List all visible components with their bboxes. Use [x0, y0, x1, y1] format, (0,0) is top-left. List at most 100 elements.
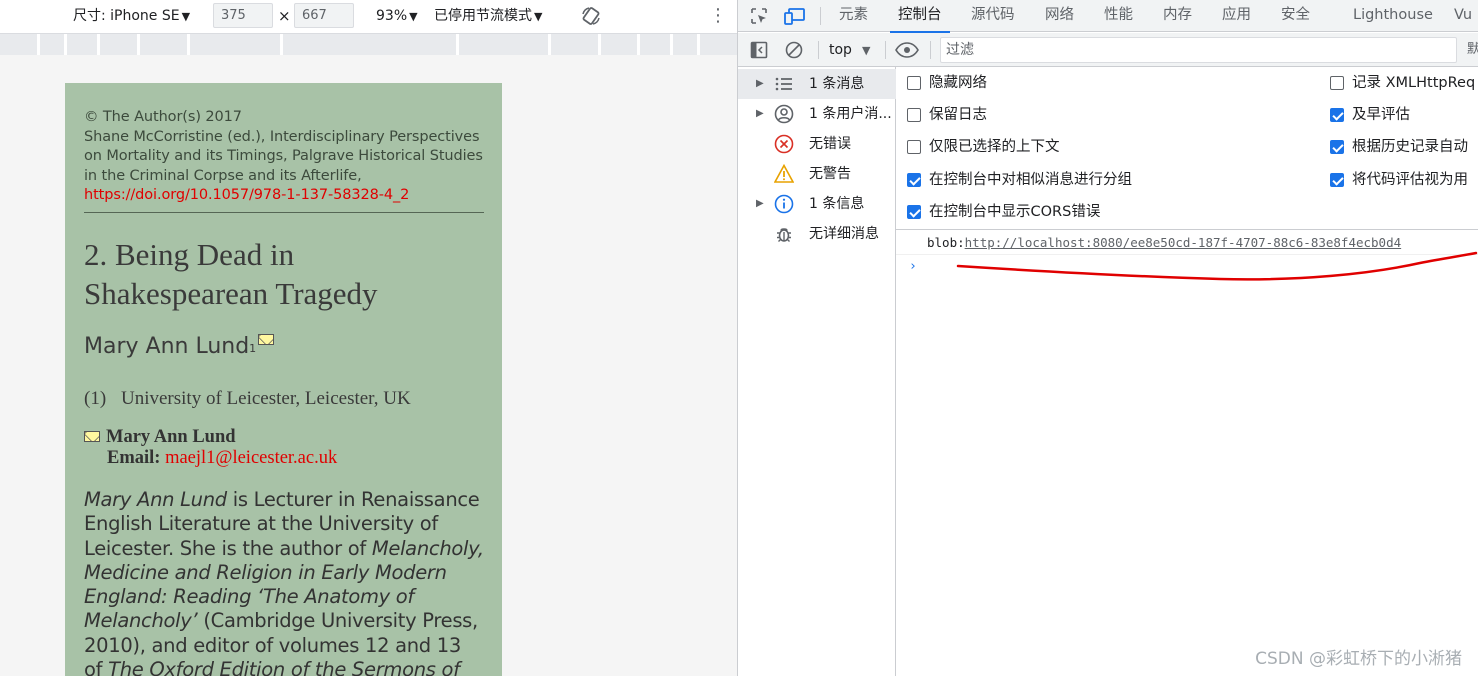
- device-select-label: 尺寸: iPhone SE: [73, 8, 180, 24]
- tab-application[interactable]: 应用: [1222, 0, 1251, 32]
- throttle-label: 已停用节流模式: [434, 8, 532, 24]
- media-query-ruler: [0, 33, 737, 56]
- devtools-tabbar: 元素 控制台 源代码 网络 性能 内存 应用 安全 Lighthouse Vu: [738, 0, 1478, 33]
- log-prefix: blob:: [927, 235, 965, 250]
- setting-label: 及早评估: [1352, 107, 1410, 123]
- bug-icon: [777, 228, 791, 242]
- tab-vue[interactable]: Vu: [1454, 0, 1472, 32]
- sidebar-item-label: 1 条用户消...: [809, 106, 892, 122]
- inspect-element-icon[interactable]: [750, 7, 768, 25]
- console-message: blob:http://localhost:8080/ee8e50cd-187f…: [896, 230, 1478, 255]
- user-icon: [774, 104, 794, 124]
- tab-console[interactable]: 控制台: [890, 0, 949, 33]
- sidebar-item-warnings[interactable]: 无警告: [738, 159, 896, 189]
- bio-author: Mary Ann Lund: [84, 488, 227, 511]
- author-bio: Mary Ann Lund is Lecturer in Renaissance…: [84, 488, 484, 676]
- tab-sources[interactable]: 源代码: [971, 0, 1015, 32]
- context-select[interactable]: top ▼: [829, 33, 870, 67]
- checkbox-checked[interactable]: [1330, 108, 1344, 122]
- chapter-title-line2: Shakespearean Tragedy: [84, 276, 378, 311]
- sidebar-item-errors[interactable]: 无错误: [738, 129, 896, 159]
- setting-label: 根据历史记录自动: [1352, 139, 1468, 155]
- rotate-icon[interactable]: [580, 5, 602, 27]
- console-sidebar: ▶ 1 条消息 ▶ 1 条用户消... 无错误 无警告 ▶ 1 条信息 无详细消…: [738, 67, 896, 676]
- setting-label: 隐藏网络: [929, 75, 987, 91]
- expand-arrow-icon[interactable]: ▶: [756, 69, 764, 99]
- tab-memory[interactable]: 内存: [1163, 0, 1192, 32]
- citation-text: Shane McCorristine (ed.), Interdisciplin…: [84, 128, 483, 184]
- sidebar-item-verbose[interactable]: 无详细消息: [738, 219, 896, 249]
- checkbox[interactable]: [907, 76, 921, 90]
- devtools-pane: 元素 控制台 源代码 网络 性能 内存 应用 安全 Lighthouse Vu …: [737, 0, 1478, 676]
- eye-icon[interactable]: [895, 41, 919, 59]
- affiliation-text: University of Leicester, Leicester, UK: [121, 388, 411, 409]
- watermark: CSDN @彩虹桥下的小淅猪: [1255, 649, 1462, 669]
- setting-label: 仅限已选择的上下文: [929, 139, 1060, 155]
- chevron-down-icon: ▼: [861, 44, 871, 57]
- tab-elements[interactable]: 元素: [839, 0, 868, 32]
- author-line: Mary Ann Lund1: [84, 332, 484, 362]
- email-label: Email:: [107, 448, 161, 468]
- filter-input[interactable]: 过滤: [940, 37, 1457, 63]
- divider: [84, 212, 484, 213]
- sidebar-toggle-icon[interactable]: [750, 41, 768, 59]
- times-symbol: ×: [278, 7, 291, 25]
- chapter-title: 2. Being Dead in Shakespearean Tragedy: [84, 235, 484, 313]
- zoom-label: 93%: [376, 8, 408, 24]
- tab-performance[interactable]: 性能: [1104, 0, 1133, 32]
- checkbox[interactable]: [907, 108, 921, 122]
- sidebar-item-messages[interactable]: ▶ 1 条消息: [738, 69, 896, 99]
- blob-url-link[interactable]: http://localhost:8080/ee8e50cd-187f-4707…: [965, 235, 1402, 250]
- checkbox-checked[interactable]: [907, 173, 921, 187]
- setting-label: 在控制台中对相似消息进行分组: [929, 172, 1132, 188]
- envelope-icon[interactable]: [258, 334, 275, 345]
- checkbox-checked[interactable]: [1330, 173, 1344, 187]
- device-toggle-icon[interactable]: [784, 7, 806, 25]
- expand-arrow-icon[interactable]: ▶: [756, 99, 764, 129]
- affiliation: (1) University of Leicester, Leicester, U…: [84, 387, 484, 411]
- copyright-text: © The Author(s) 2017: [84, 109, 242, 125]
- sidebar-item-user-messages[interactable]: ▶ 1 条用户消...: [738, 99, 896, 129]
- sidebar-item-info[interactable]: ▶ 1 条信息: [738, 189, 896, 219]
- tab-security[interactable]: 安全: [1281, 0, 1310, 32]
- checkbox-checked[interactable]: [907, 205, 921, 219]
- expand-arrow-icon[interactable]: ▶: [756, 189, 764, 219]
- checkbox[interactable]: [907, 140, 921, 154]
- error-icon: [774, 134, 794, 154]
- setting-label: 记录 XMLHttpReq: [1352, 75, 1476, 91]
- console-toolbar: top ▼ 过滤 默: [738, 33, 1478, 67]
- chevron-down-icon: ▼: [534, 10, 543, 23]
- sidebar-item-label: 无警告: [809, 166, 851, 182]
- width-input[interactable]: 375: [213, 3, 273, 28]
- author-name: Mary Ann Lund: [84, 334, 250, 359]
- zoom-select[interactable]: 93% ▼: [376, 0, 418, 32]
- console-prompt-icon[interactable]: ›: [909, 256, 917, 278]
- list-icon: [775, 77, 792, 91]
- console-settings: 隐藏网络 保留日志 仅限已选择的上下文 在控制台中对相似消息进行分组 在控制台中…: [896, 67, 1478, 230]
- tab-lighthouse[interactable]: Lighthouse: [1353, 0, 1433, 32]
- clear-console-icon[interactable]: [785, 41, 803, 59]
- device-emulation-pane: 尺寸: iPhone SE ▼ 375 × 667 93% ▼ 已停用节流模式 ▼ ⋮…: [0, 0, 737, 676]
- contact-name: Mary Ann Lund: [106, 427, 236, 447]
- checkbox[interactable]: [1330, 76, 1344, 90]
- contact-block: Mary Ann Lund Email: maejl1@leicester.ac…: [84, 427, 484, 469]
- default-levels-truncated[interactable]: 默: [1467, 41, 1478, 59]
- doi-link[interactable]: https://doi.org/10.1057/978-1-137-58328-…: [84, 186, 484, 206]
- chevron-down-icon: ▼: [181, 10, 191, 23]
- email-link[interactable]: maejl1@leicester.ac.uk: [165, 448, 337, 468]
- setting-label: 将代码评估视为用: [1352, 172, 1468, 188]
- height-input[interactable]: 667: [294, 3, 354, 28]
- checkbox-checked[interactable]: [1330, 140, 1344, 154]
- chapter-title-line1: 2. Being Dead in: [84, 237, 295, 272]
- throttle-select[interactable]: 已停用节流模式 ▼: [434, 0, 542, 32]
- device-select[interactable]: 尺寸: iPhone SE ▼: [73, 0, 190, 32]
- envelope-icon: [84, 431, 100, 442]
- bio-text-3: The Oxford Edition of the Sermons of Joh…: [108, 658, 460, 676]
- info-icon: [774, 194, 794, 214]
- author-footnote: 1: [249, 342, 257, 355]
- tab-network[interactable]: 网络: [1045, 0, 1074, 32]
- screen: 尺寸: iPhone SE ▼ 375 × 667 93% ▼ 已停用节流模式 ▼ ⋮…: [0, 0, 1478, 676]
- more-options-icon[interactable]: ⋮: [709, 0, 727, 32]
- sidebar-item-label: 1 条消息: [809, 76, 865, 92]
- device-toolbar: 尺寸: iPhone SE ▼ 375 × 667 93% ▼ 已停用节流模式 ▼ ⋮: [0, 0, 737, 32]
